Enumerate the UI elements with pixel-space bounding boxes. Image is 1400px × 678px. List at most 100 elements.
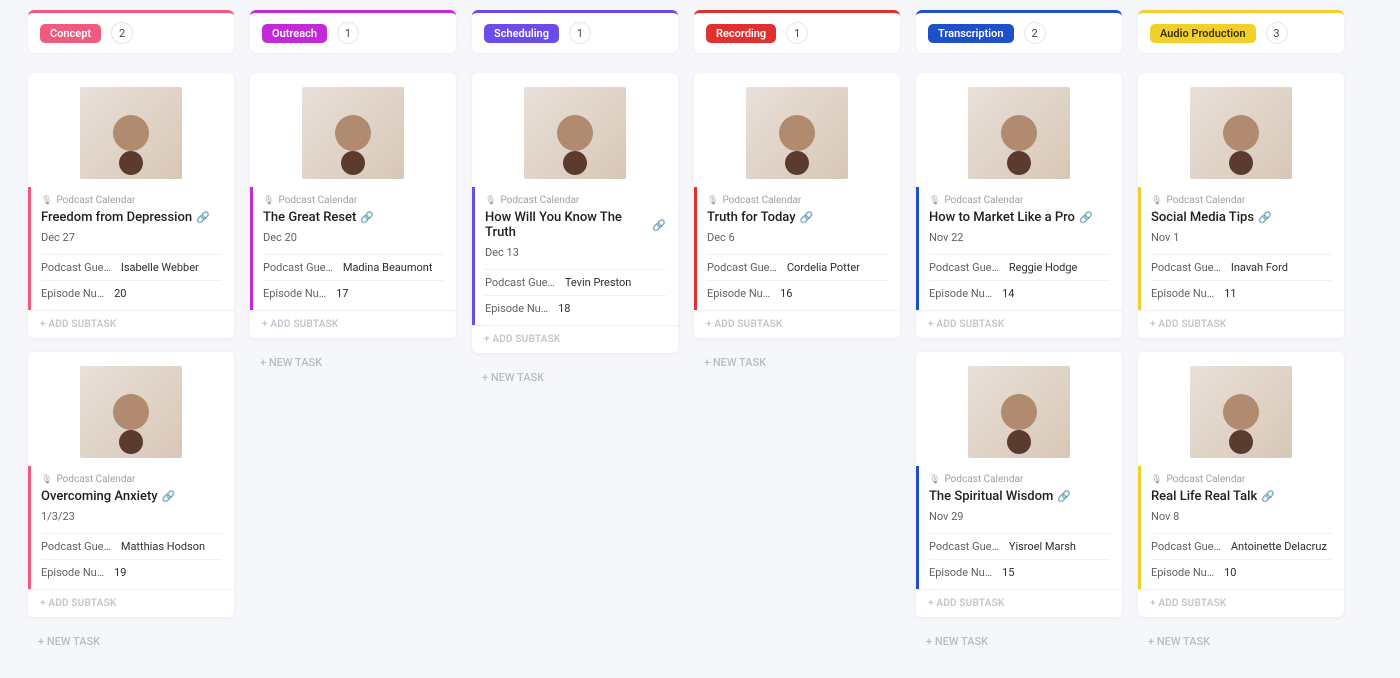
list-label-text: Podcast Calendar — [1166, 474, 1245, 485]
new-task-button[interactable]: + NEW TASK — [1138, 631, 1344, 658]
card-thumbnail — [1138, 352, 1344, 466]
task-card[interactable]: 🎙Podcast CalendarThe Spiritual Wisdom🔗No… — [916, 352, 1122, 617]
card-body: 🎙Podcast CalendarTruth for Today🔗Dec 6Po… — [694, 187, 900, 310]
new-task-button[interactable]: + NEW TASK — [250, 352, 456, 379]
field-label: Episode Nu… — [1151, 287, 1214, 300]
task-card[interactable]: 🎙Podcast CalendarFreedom from Depression… — [28, 73, 234, 338]
new-task-button[interactable]: + NEW TASK — [472, 367, 678, 394]
add-subtask-button[interactable]: + ADD SUBTASK — [250, 310, 456, 338]
person-silhouette-icon — [1223, 394, 1259, 430]
stage-badge: Outreach — [262, 24, 327, 43]
card-body: 🎙Podcast Calendar The Great Reset🔗 Dec 20 P… — [250, 187, 456, 310]
guest-photo — [302, 87, 404, 179]
field-row-episode: Episode Nu…10 — [1151, 559, 1332, 585]
card-date: Dec 6 — [707, 231, 888, 244]
column: Recording1🎙Podcast CalendarTruth for Tod… — [694, 10, 900, 379]
field-value: 14 — [1002, 287, 1014, 300]
field-row-episode: Episode Nu… 16 — [707, 280, 888, 306]
person-silhouette-icon — [113, 394, 149, 430]
column: Outreach 1 🎙Podcast Calendar The Great Rese… — [250, 10, 456, 379]
add-subtask-button[interactable]: + ADD SUBTASK — [28, 589, 234, 617]
column-header[interactable]: Audio Production3 — [1138, 10, 1344, 53]
add-subtask-button[interactable]: + ADD SUBTASK — [472, 325, 678, 353]
list-label: 🎙Podcast Calendar — [1151, 195, 1332, 206]
card-title[interactable]: Overcoming Anxiety🔗 — [41, 489, 222, 504]
guest-photo — [1190, 87, 1292, 179]
task-card[interactable]: 🎙Podcast CalendarOvercoming Anxiety🔗1/3/… — [28, 352, 234, 617]
field-value: 18 — [558, 302, 570, 315]
card-date: Dec 20 — [263, 231, 444, 244]
person-silhouette-icon — [1223, 115, 1259, 151]
person-silhouette-icon — [1001, 115, 1037, 151]
attachment-icon: 🔗 — [196, 211, 210, 224]
card-date: Nov 22 — [929, 231, 1110, 244]
task-card[interactable]: 🎙Podcast CalendarHow Will You Know The T… — [472, 73, 678, 353]
card-title-text: The Spiritual Wisdom — [929, 489, 1053, 504]
column-header[interactable]: Scheduling1 — [472, 10, 678, 53]
add-subtask-button[interactable]: + ADD SUBTASK — [1138, 310, 1344, 338]
add-subtask-button[interactable]: + ADD SUBTASK — [28, 310, 234, 338]
field-value: Yisroel Marsh — [1009, 540, 1076, 553]
field-value: Matthias Hodson — [121, 540, 205, 553]
card-body: 🎙Podcast CalendarFreedom from Depression… — [28, 187, 234, 310]
new-task-button[interactable]: + NEW TASK — [28, 631, 234, 658]
task-card[interactable]: 🎙Podcast CalendarHow to Market Like a Pr… — [916, 73, 1122, 338]
field-label: Podcast Gue… — [929, 540, 999, 553]
card-title-text: Real Life Real Talk — [1151, 489, 1257, 504]
card-thumbnail — [916, 73, 1122, 187]
card-title[interactable]: How Will You Know The Truth🔗 — [485, 210, 666, 240]
task-card[interactable]: 🎙Podcast CalendarSocial Media Tips🔗Nov 1… — [1138, 73, 1344, 338]
column-header[interactable]: Recording1 — [694, 10, 900, 53]
field-row-episode: Episode Nu…18 — [485, 295, 666, 321]
guest-photo — [746, 87, 848, 179]
card-title-text: How Will You Know The Truth — [485, 210, 648, 240]
guest-photo — [1190, 366, 1292, 458]
card-title[interactable]: Freedom from Depression🔗 — [41, 210, 222, 225]
field-value: 17 — [336, 287, 348, 300]
add-subtask-button[interactable]: + ADD SUBTASK — [916, 310, 1122, 338]
card-date: Nov 29 — [929, 510, 1110, 523]
card-title[interactable]: Real Life Real Talk🔗 — [1151, 489, 1332, 504]
field-row-guest: Podcast Gue…Isabelle Webber — [41, 254, 222, 280]
add-subtask-button[interactable]: + ADD SUBTASK — [1138, 589, 1344, 617]
add-subtask-button[interactable]: + ADD SUBTASK — [694, 310, 900, 338]
column-header[interactable]: Transcription2 — [916, 10, 1122, 53]
new-task-button[interactable]: + NEW TASK — [694, 352, 900, 379]
column-header[interactable]: Concept2 — [28, 10, 234, 53]
add-subtask-button[interactable]: + ADD SUBTASK — [916, 589, 1122, 617]
attachment-icon: 🔗 — [1057, 490, 1071, 503]
field-value: Tevin Preston — [565, 276, 632, 289]
field-label: Podcast Gue… — [41, 540, 111, 553]
card-title[interactable]: Social Media Tips🔗 — [1151, 210, 1332, 225]
list-label: 🎙Podcast Calendar — [1151, 474, 1332, 485]
attachment-icon: 🔗 — [800, 211, 814, 224]
list-label-text: Podcast Calendar — [56, 474, 135, 485]
card-title[interactable]: The Spiritual Wisdom 🔗 — [929, 489, 1110, 504]
mic-icon: 🎙 — [41, 196, 52, 206]
new-task-button[interactable]: + NEW TASK — [916, 631, 1122, 658]
task-card[interactable]: 🎙Podcast CalendarReal Life Real Talk🔗Nov… — [1138, 352, 1344, 617]
field-value: Madina Beaumont — [343, 261, 433, 274]
task-card[interactable]: 🎙Podcast Calendar The Great Reset🔗 Dec 20 P… — [250, 73, 456, 338]
list-label-text: Podcast Calendar — [722, 195, 801, 206]
person-silhouette-icon — [557, 115, 593, 151]
field-value: 16 — [780, 287, 792, 300]
stage-badge: Scheduling — [484, 24, 559, 43]
field-value: Cordelia Potter — [787, 261, 860, 274]
card-title[interactable]: The Great Reset🔗 — [263, 210, 444, 225]
column-header[interactable]: Outreach 1 — [250, 10, 456, 53]
card-count: 2 — [111, 22, 133, 44]
list-label-text: Podcast Calendar — [944, 474, 1023, 485]
card-title[interactable]: How to Market Like a Pro🔗 — [929, 210, 1110, 225]
field-label: Episode Nu… — [929, 287, 992, 300]
mic-icon: 🎙 — [41, 475, 52, 485]
guest-photo — [968, 87, 1070, 179]
list-label: 🎙Podcast Calendar — [263, 195, 444, 206]
field-label: Episode Nu… — [707, 287, 770, 300]
list-label-text: Podcast Calendar — [278, 195, 357, 206]
task-card[interactable]: 🎙Podcast CalendarTruth for Today🔗Dec 6Po… — [694, 73, 900, 338]
mic-icon: 🎙 — [485, 196, 496, 206]
card-title[interactable]: Truth for Today🔗 — [707, 210, 888, 225]
field-value: 10 — [1224, 566, 1236, 579]
card-count: 1 — [337, 22, 359, 44]
